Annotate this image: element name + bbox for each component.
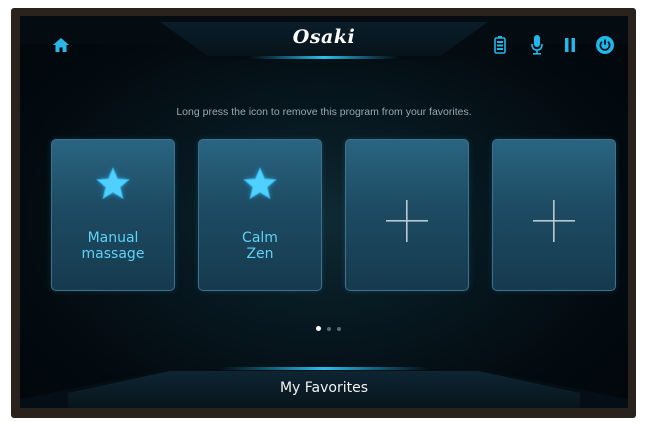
star-icon xyxy=(240,164,280,208)
screen: Osaki Long press the icon to remove this… xyxy=(20,16,628,408)
favorite-label-line1: Calm xyxy=(242,230,278,246)
favorite-card-empty-4[interactable] xyxy=(492,139,616,291)
favorite-card-empty-3[interactable] xyxy=(345,139,469,291)
favorite-card-calm-zen[interactable]: Calm Zen xyxy=(198,139,322,291)
favorite-label-line2: massage xyxy=(81,246,145,262)
favorite-label: Calm Zen xyxy=(199,230,321,262)
plus-icon xyxy=(529,196,579,250)
star-icon xyxy=(93,164,133,208)
page-dot[interactable] xyxy=(327,327,331,331)
plus-icon xyxy=(382,196,432,250)
page-dot[interactable] xyxy=(337,327,341,331)
page-dot-active[interactable] xyxy=(316,326,321,331)
hint-text: Long press the icon to remove this progr… xyxy=(176,106,472,118)
page-title: My Favorites xyxy=(279,380,369,396)
favorite-label: Manual massage xyxy=(52,230,174,262)
favorite-label-line1: Manual xyxy=(87,230,139,246)
favorite-card-manual-massage[interactable]: Manual massage xyxy=(51,139,175,291)
favorite-label-line2: Zen xyxy=(246,246,274,262)
header-bar: Osaki xyxy=(20,16,628,64)
